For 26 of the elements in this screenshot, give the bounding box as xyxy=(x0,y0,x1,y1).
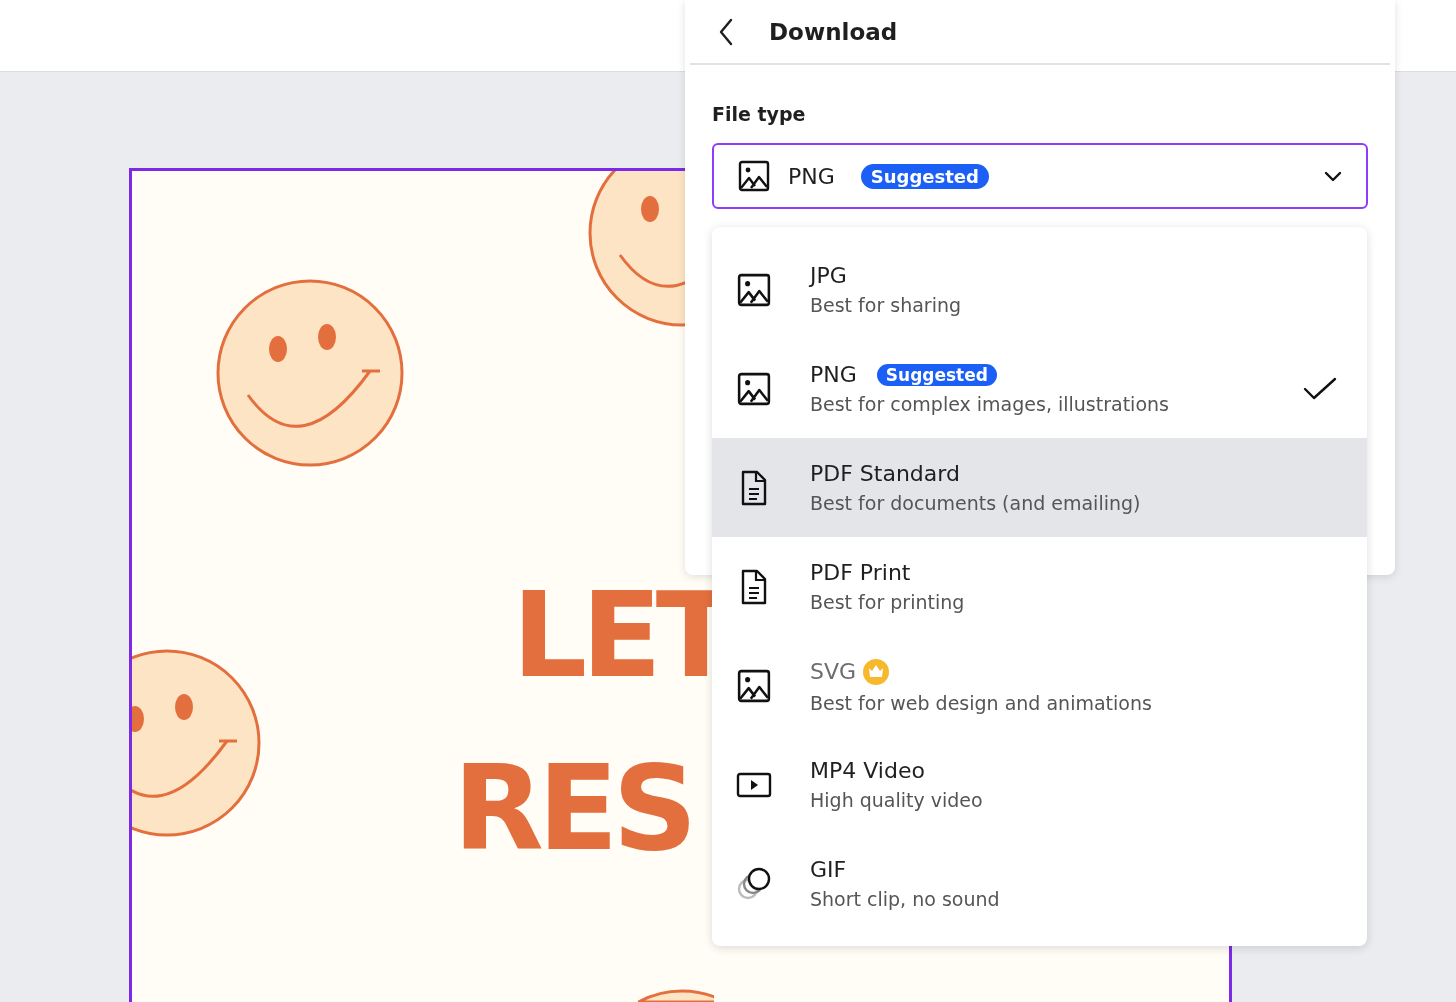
option-title: PNG xyxy=(810,362,857,387)
panel-title: Download xyxy=(769,18,898,45)
file-type-option[interactable]: PDF Standard Best for documents (and emailing) xyxy=(712,438,1367,537)
option-title: SVG xyxy=(810,659,857,684)
file-type-option[interactable]: JPG Best for sharing xyxy=(712,240,1367,339)
suggested-badge: Suggested xyxy=(860,163,989,189)
option-title: GIF xyxy=(810,857,847,882)
option-title: JPG xyxy=(810,263,847,288)
file-type-option[interactable]: MP4 Video High quality video xyxy=(712,735,1367,834)
selected-file-type: PNG xyxy=(788,163,835,189)
file-type-dropdown[interactable]: PNG Suggested xyxy=(712,143,1368,209)
option-description: Best for printing xyxy=(810,591,965,613)
option-description: Best for complex images, illustrations xyxy=(810,393,1169,415)
option-description: Short clip, no sound xyxy=(810,888,1000,910)
option-description: Best for documents (and emailing) xyxy=(810,492,1141,514)
option-description: Best for sharing xyxy=(810,294,962,316)
option-description: Best for web design and animations xyxy=(810,691,1152,714)
option-title: PDF Print xyxy=(810,560,911,585)
suggested-badge: Suggested xyxy=(876,363,997,386)
design-headline: RES xyxy=(453,749,692,867)
file-type-label: File type xyxy=(712,103,806,125)
option-title: MP4 Video xyxy=(810,758,925,783)
option-title: PDF Standard xyxy=(810,461,960,486)
file-type-option[interactable]: PNG Suggested Best for complex images, illustrations xyxy=(712,339,1367,438)
option-description: High quality video xyxy=(810,789,983,811)
file-type-option[interactable]: GIF Short clip, no sound xyxy=(712,834,1367,933)
